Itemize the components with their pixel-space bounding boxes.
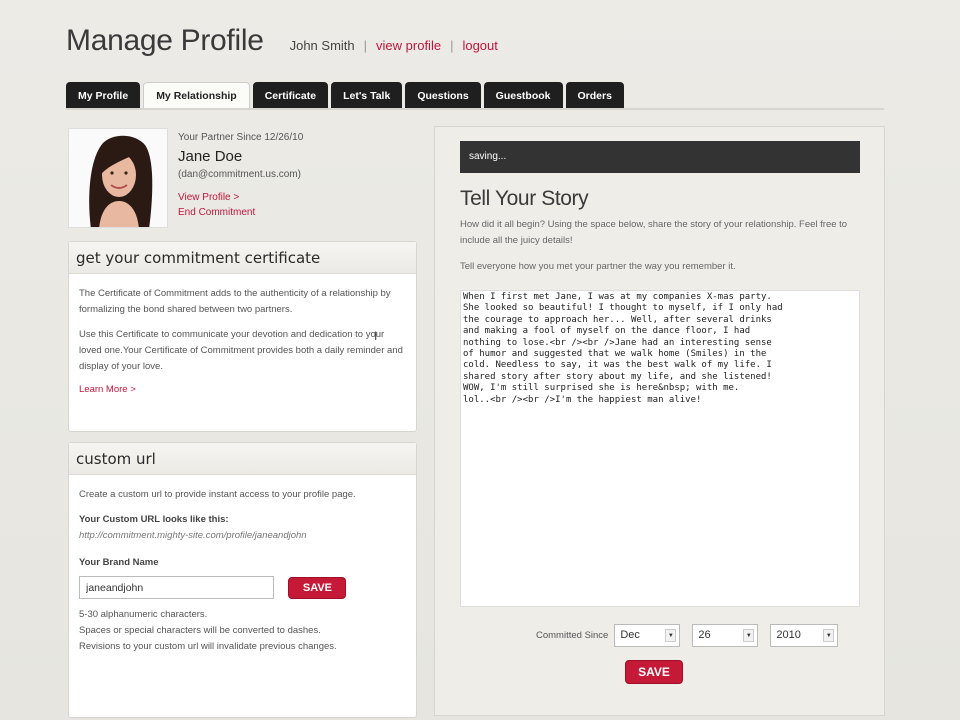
custom-url-intro: Create a custom url to provide instant a… xyxy=(79,489,356,500)
page-title: Manage Profile xyxy=(66,24,264,57)
saving-status-bar: saving... xyxy=(460,141,860,173)
logout-link[interactable]: logout xyxy=(462,38,497,53)
year-select[interactable]: 2010 ▼ xyxy=(770,624,839,647)
partner-avatar[interactable] xyxy=(68,128,168,228)
day-select[interactable]: 26 ▼ xyxy=(692,624,759,647)
partner-info: Your Partner Since 12/26/10 Jane Doe (da… xyxy=(178,132,303,218)
view-profile-link[interactable]: view profile xyxy=(376,38,441,53)
story-instruction: Tell everyone how you met your partner t… xyxy=(460,261,736,272)
story-title: Tell Your Story xyxy=(460,187,589,210)
custom-url-notes: 5-30 alphanumeric characters. Spaces or … xyxy=(69,607,416,655)
separator: | xyxy=(363,38,368,53)
partner-name: Jane Doe xyxy=(178,148,243,165)
tab-questions[interactable]: Questions xyxy=(405,82,481,109)
partner-view-profile-link[interactable]: View Profile > xyxy=(178,192,303,203)
separator: | xyxy=(450,38,454,53)
tab-my-relationship[interactable]: My Relationship xyxy=(143,82,250,109)
certificate-text-1: The Certificate of Commitment adds to th… xyxy=(79,288,391,315)
custom-url-example: http://commitment.mighty-site.com/profil… xyxy=(79,530,307,541)
end-commitment-link[interactable]: End Commitment xyxy=(178,207,303,218)
tab-guestbook[interactable]: Guestbook xyxy=(483,82,563,109)
brand-name-input[interactable] xyxy=(79,576,274,599)
committed-since-row: Committed Since Dec ▼ 26 ▼ 2010 ▼ xyxy=(536,624,839,647)
custom-url-box: custom url Create a custom url to provid… xyxy=(68,442,417,718)
story-save-button[interactable]: SAVE xyxy=(625,660,683,684)
custom-url-label: Your Custom URL looks like this: xyxy=(79,514,229,525)
day-value: 26 xyxy=(698,629,711,641)
story-panel: saving... Tell Your Story How did it all… xyxy=(434,126,885,716)
page-header: Manage Profile John Smith | view profile… xyxy=(66,24,498,58)
story-description: How did it all begin? Using the space be… xyxy=(460,219,848,246)
certificate-box: get your commitment certificate The Cert… xyxy=(68,241,417,432)
month-select[interactable]: Dec ▼ xyxy=(614,624,681,647)
text-cursor-icon: I xyxy=(374,329,378,343)
note-dashes: Spaces or special characters will be con… xyxy=(79,625,321,636)
committed-since-label: Committed Since xyxy=(536,630,609,641)
story-textarea[interactable]: When I first met Jane, I was at my compa… xyxy=(460,290,860,607)
user-name: John Smith xyxy=(289,38,355,53)
partner-card: Your Partner Since 12/26/10 Jane Doe (da… xyxy=(68,128,418,232)
note-revisions: Revisions to your custom url will invali… xyxy=(79,641,337,652)
partner-email: (dan@commitment.us.com) xyxy=(178,169,301,180)
partner-since: Your Partner Since 12/26/10 xyxy=(178,132,304,143)
note-chars: 5-30 alphanumeric characters. xyxy=(79,609,208,620)
month-value: Dec xyxy=(620,629,640,641)
tab-bar: My Profile My Relationship Certificate L… xyxy=(66,82,624,109)
tab-lets-talk[interactable]: Let's Talk xyxy=(331,82,403,109)
tab-underline xyxy=(66,108,884,110)
chevron-down-icon[interactable]: ▼ xyxy=(823,629,835,642)
certificate-box-title: get your commitment certificate xyxy=(69,242,416,274)
chevron-down-icon[interactable]: ▼ xyxy=(665,629,677,642)
tab-my-profile[interactable]: My Profile xyxy=(66,82,141,109)
brand-name-label: Your Brand Name xyxy=(79,557,159,568)
tab-orders[interactable]: Orders xyxy=(565,82,624,109)
tab-certificate[interactable]: Certificate xyxy=(252,82,329,109)
chevron-down-icon[interactable]: ▼ xyxy=(743,629,755,642)
custom-url-save-button[interactable]: SAVE xyxy=(288,576,347,599)
custom-url-box-title: custom url xyxy=(69,443,416,475)
certificate-text-2: Use this Certificate to communicate your… xyxy=(79,329,403,372)
year-value: 2010 xyxy=(776,629,801,641)
learn-more-link[interactable]: Learn More > xyxy=(69,384,416,395)
